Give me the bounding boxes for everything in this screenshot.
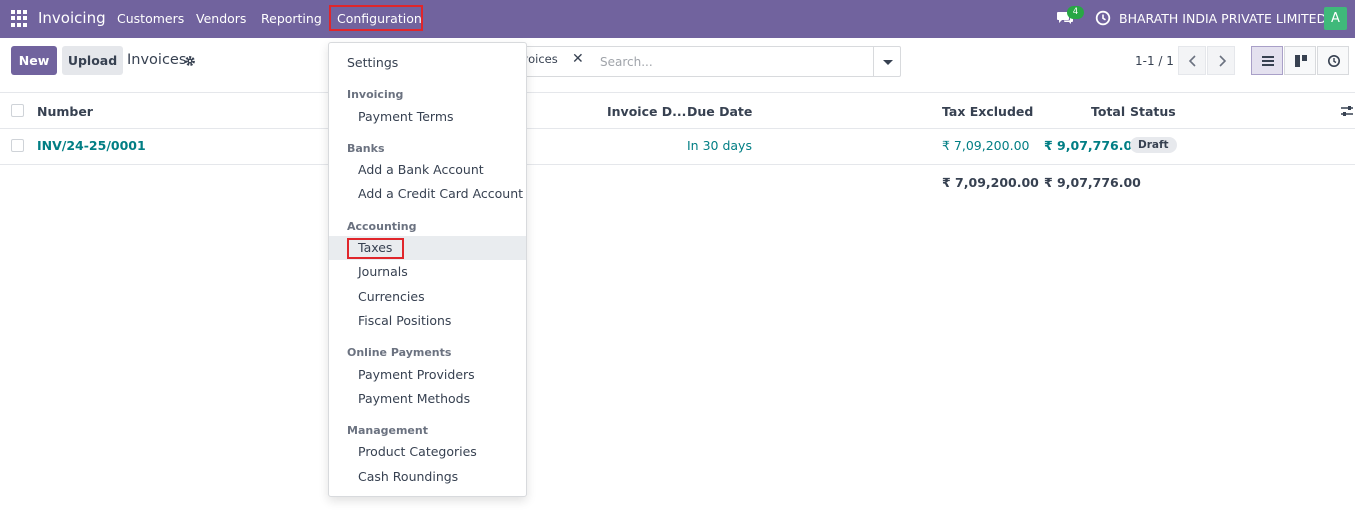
search-input[interactable]	[593, 47, 871, 76]
chevron-right-icon	[1219, 55, 1227, 67]
remove-facet-icon[interactable]: ✕	[572, 51, 584, 67]
menu-item-fiscal-positions[interactable]: Fiscal Positions	[329, 309, 526, 333]
menu-item-currencies[interactable]: Currencies	[329, 285, 526, 309]
menu-item-label: Add a Credit Card Account	[358, 186, 524, 201]
menu-item-add-bank-account[interactable]: Add a Bank Account	[329, 158, 526, 182]
configuration-dropdown: Settings Invoicing Payment Terms Banks A…	[328, 42, 527, 497]
menu-item-label: Payment Terms	[358, 109, 454, 124]
pager-previous-button[interactable]	[1178, 46, 1206, 75]
column-total[interactable]: Total	[1091, 104, 1125, 119]
tax-excluded-value: ₹ 7,09,200.00	[942, 138, 1030, 153]
row-checkbox[interactable]	[11, 139, 24, 152]
column-invoice-date[interactable]: Invoice D...	[607, 104, 686, 119]
menu-item-label: Currencies	[358, 289, 425, 304]
top-navbar: Invoicing Customers Vendors Reporting Co…	[0, 0, 1355, 38]
menu-vendors[interactable]: Vendors	[196, 11, 246, 26]
column-due-date[interactable]: Due Date	[687, 104, 752, 119]
menu-item-label: Settings	[347, 55, 399, 70]
menu-item-label: Add a Bank Account	[358, 162, 484, 177]
pager-value[interactable]: 1-1 / 1	[1135, 54, 1174, 68]
column-number[interactable]: Number	[37, 104, 93, 119]
pager-next-button[interactable]	[1207, 46, 1235, 75]
chevron-left-icon	[1188, 55, 1196, 67]
section-header-banks: Banks	[347, 142, 385, 155]
menu-item-payment-terms[interactable]: Payment Terms	[329, 105, 526, 129]
app-brand[interactable]: Invoicing	[38, 9, 106, 27]
list-view-icon	[1262, 56, 1274, 66]
kanban-view-button[interactable]	[1284, 46, 1316, 75]
menu-item-label: Payment Providers	[358, 367, 475, 382]
invoice-number[interactable]: INV/24-25/0001	[37, 138, 146, 153]
clock-view-icon	[1328, 55, 1340, 67]
menu-item-label: Cash Roundings	[358, 469, 459, 484]
menu-item-add-credit-card-account[interactable]: Add a Credit Card Account	[329, 182, 526, 206]
gear-icon[interactable]	[184, 55, 196, 67]
menu-item-journals[interactable]: Journals	[329, 260, 526, 284]
tax-excluded-sum: ₹ 7,09,200.00	[942, 175, 1039, 190]
section-header-online-payments: Online Payments	[347, 346, 452, 359]
section-header-accounting: Accounting	[347, 220, 417, 233]
status-badge: Draft	[1130, 137, 1177, 153]
configuration-highlight-box	[329, 5, 423, 31]
menu-item-cash-roundings[interactable]: Cash Roundings	[329, 465, 526, 489]
menu-reporting[interactable]: Reporting	[261, 11, 322, 26]
kanban-view-icon	[1295, 55, 1307, 67]
activity-view-button[interactable]	[1317, 46, 1349, 75]
column-options-icon[interactable]	[1340, 104, 1354, 118]
page-title: Invoices	[127, 52, 187, 68]
app-grid-icon[interactable]	[11, 10, 28, 27]
menu-item-payment-providers[interactable]: Payment Providers	[329, 363, 526, 387]
search-options-toggle[interactable]	[873, 47, 900, 76]
select-all-checkbox[interactable]	[11, 104, 24, 117]
total-value: ₹ 9,07,776.00	[1044, 138, 1141, 153]
user-avatar[interactable]: A	[1324, 7, 1347, 30]
menu-item-label: Fiscal Positions	[358, 313, 452, 328]
menu-item-payment-methods[interactable]: Payment Methods	[329, 387, 526, 411]
upload-button[interactable]: Upload	[62, 46, 123, 75]
clock-icon[interactable]	[1095, 10, 1111, 26]
menu-item-settings[interactable]: Settings	[329, 51, 526, 75]
new-button[interactable]: New	[11, 46, 57, 75]
menu-item-label: Payment Methods	[358, 391, 471, 406]
table-row[interactable]: INV/24-25/0001 In 30 days ₹ 7,09,200.00 …	[0, 129, 1355, 165]
list-view-button[interactable]	[1251, 46, 1283, 75]
company-name[interactable]: BHARATH INDIA PRIVATE LIMITED	[1119, 11, 1326, 26]
taxes-highlight-box	[347, 238, 404, 259]
section-header-invoicing: Invoicing	[347, 88, 404, 101]
menu-item-label: Product Categories	[358, 444, 477, 459]
menu-item-product-categories[interactable]: Product Categories	[329, 440, 526, 464]
column-status[interactable]: Status	[1130, 104, 1176, 119]
total-sum: ₹ 9,07,776.00	[1044, 175, 1141, 190]
due-date-value: In 30 days	[687, 138, 752, 153]
menu-item-label: Journals	[358, 264, 408, 279]
section-header-management: Management	[347, 424, 428, 437]
table-header: Number Invoice D... Due Date Tax Exclude…	[0, 92, 1355, 129]
chat-count-badge: 4	[1067, 6, 1084, 19]
column-tax-excluded[interactable]: Tax Excluded	[942, 104, 1033, 119]
menu-customers[interactable]: Customers	[117, 11, 184, 26]
